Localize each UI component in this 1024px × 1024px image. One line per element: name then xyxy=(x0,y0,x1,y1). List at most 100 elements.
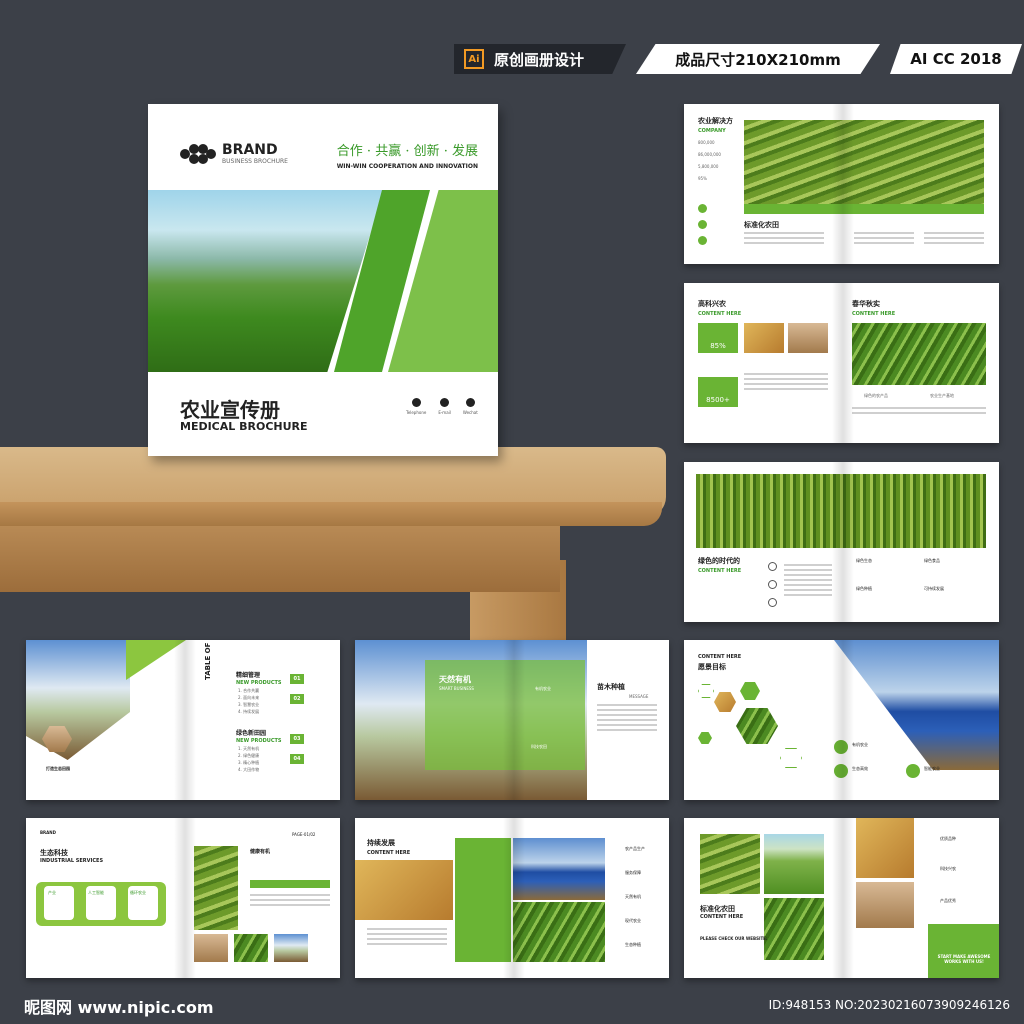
cta-text: START MAKE AWESOME WORKS WITH US! xyxy=(937,954,991,964)
watermark-site: 昵图网 www.nipic.com xyxy=(24,998,214,1017)
spread2-label1: 绿色的农产品 xyxy=(864,393,888,398)
stat-box-2: 8500+ xyxy=(698,377,738,407)
item-3: 可持续发展 xyxy=(924,586,944,591)
cover-contacts: Telephone E-mail Wechat xyxy=(406,398,478,415)
right-item-1: 优质品种 xyxy=(940,836,956,841)
badge-original-design-label: 原创画册设计 xyxy=(494,50,585,69)
spread-fold xyxy=(503,818,525,978)
brand-sub: BUSINESS BROCHURE xyxy=(222,158,288,165)
list1-item: 1. 合作共赢 xyxy=(238,688,260,693)
item-1: 农产品生产 xyxy=(625,846,645,851)
cover-title-cn: 农业宣传册 xyxy=(180,398,280,422)
tea-field-photo xyxy=(194,846,238,930)
section1-title: 精细管理 xyxy=(236,672,261,679)
spread5-title-right: 苗木种植 xyxy=(597,683,625,691)
list2-item: 1. 天然有机 xyxy=(238,746,260,751)
slogan-cn: 合作 · 共赢 · 创新 · 发展 xyxy=(336,144,478,159)
spread-green-era: 绿色的时代的 CONTENT HERE 绿色生态 绿色食品 绿色种植 可持续发展 xyxy=(684,462,999,622)
wechat-icon xyxy=(465,398,475,407)
vision-item-2: 生态高效 xyxy=(852,766,868,771)
badge-icon xyxy=(768,598,777,607)
irrigation-photo xyxy=(513,902,605,962)
right-item-2: 科技兴农 xyxy=(940,866,956,871)
email-icon xyxy=(440,398,450,407)
hex-grain-photo xyxy=(714,692,736,712)
soil-photo xyxy=(856,882,914,928)
spread-company: 农业解决方 COMPANY 800,000 86,000,000 5,800,0… xyxy=(684,104,999,264)
spread2-title-left: 高科兴农 xyxy=(698,300,726,308)
green-bar xyxy=(250,880,330,888)
section2-title: 绿色新田园 xyxy=(236,730,267,737)
harvester-field-photo xyxy=(355,860,453,920)
num-04: 04 xyxy=(290,754,304,764)
spread5-sub-right: MESSAGE xyxy=(629,694,649,699)
spread7-title: 生态科技 xyxy=(40,849,68,857)
harvester-photo xyxy=(834,640,999,770)
brand-logo: BRAND BUSINESS BROCHURE xyxy=(180,142,288,165)
list1-item: 2. 面向未来 xyxy=(238,695,260,700)
section2-sub: NEW PRODUCTS xyxy=(236,738,282,744)
badge-size: 成品尺寸210X210mm xyxy=(636,44,880,74)
contact-wechat: Wechat xyxy=(463,398,478,415)
table-of-contents-label: TABLE OF CONTENTS xyxy=(204,640,212,680)
spread5-label2: 科技农田 xyxy=(531,744,547,749)
grain-photo xyxy=(788,323,828,353)
section1-sub: NEW PRODUCTS xyxy=(236,680,282,686)
text-lines xyxy=(924,232,984,247)
slogan-en: WIN-WIN COOPERATION AND INNOVATION xyxy=(336,163,478,170)
hex-green xyxy=(740,682,760,700)
spread7-right-title: 健康有机 xyxy=(250,849,271,855)
cover-slogan: 合作 · 共赢 · 创新 · 发展 WIN-WIN COOPERATION AN… xyxy=(337,140,478,170)
hex-outline xyxy=(780,748,802,768)
hex-sprout-photo xyxy=(736,708,778,744)
spread2-sub-left: CONTENT HERE xyxy=(698,311,742,317)
num-circle xyxy=(906,764,920,778)
text-lines xyxy=(854,232,914,247)
spread-fold xyxy=(174,640,196,800)
card-label: 人工智能 xyxy=(88,890,104,895)
green-dot-icon xyxy=(698,204,707,213)
spread-fold xyxy=(174,818,196,978)
orange-tree-photo xyxy=(856,818,914,878)
sky-field-photo xyxy=(26,640,130,760)
spread6-title-en: CONTENT HERE xyxy=(698,654,742,660)
spread4-caption: 打造生态田园 xyxy=(46,766,70,771)
text-lines xyxy=(250,894,330,909)
spread-fold xyxy=(832,462,854,622)
spread-contents: 打造生态田园 TABLE OF CONTENTS 精细管理 NEW PRODUC… xyxy=(26,640,340,800)
table-apron xyxy=(0,526,560,592)
spread2-title-right: 春华秋实 xyxy=(852,300,880,308)
spread-fold xyxy=(832,640,854,800)
hex-green xyxy=(698,732,712,744)
spread9-title: 标准化农田 xyxy=(700,905,735,913)
cover-title-en: MEDICAL BROCHURE xyxy=(180,420,308,433)
spread8-title: 持续发展 xyxy=(367,839,395,847)
spread-standard-farmland: 标准化农田 CONTENT HERE PLEASE CHECK OUR WEBS… xyxy=(684,818,999,978)
contact-phone: Telephone xyxy=(406,398,426,415)
spread-organic: 天然有机 SMART BUSINESS 有机农业 科技农田 苗木种植 MESSA… xyxy=(355,640,669,800)
spread9-sub: CONTENT HERE xyxy=(700,914,744,920)
right-item-3: 产品优秀 xyxy=(940,898,956,903)
brand-name: BRAND xyxy=(222,142,278,158)
spread3-sub: CONTENT HERE xyxy=(698,568,742,574)
text-lines xyxy=(597,704,657,734)
stat-3: 5,800,000 xyxy=(698,164,719,169)
illustrator-icon: Ai xyxy=(464,49,484,69)
spread5-title: 天然有机 xyxy=(439,675,471,684)
list1-item: 3. 智慧农业 xyxy=(238,702,260,707)
vision-item-1: 有机农业 xyxy=(852,742,868,747)
spread-fold xyxy=(832,818,854,978)
thumb-photo xyxy=(234,934,268,962)
page-number: PAGE-01/02 xyxy=(292,832,316,837)
spread5-label1: 有机农业 xyxy=(535,686,551,691)
spread-vision: CONTENT HERE 愿景目标 有机农业 生态高效 智能农业 xyxy=(684,640,999,800)
rice-field-photo xyxy=(764,834,824,894)
spread-technology: 高科兴农 CONTENT HERE 85% 8500+ 春华秋实 CONTENT… xyxy=(684,283,999,443)
stat-2: 86,000,000 xyxy=(698,152,721,157)
spread-fold xyxy=(832,283,854,443)
crop-rows-photo xyxy=(852,323,986,385)
list1-item: 4. 持续发展 xyxy=(238,709,260,714)
green-band xyxy=(744,204,984,214)
spread-fold xyxy=(832,104,854,264)
badge-version: AI CC 2018 xyxy=(890,44,1022,74)
